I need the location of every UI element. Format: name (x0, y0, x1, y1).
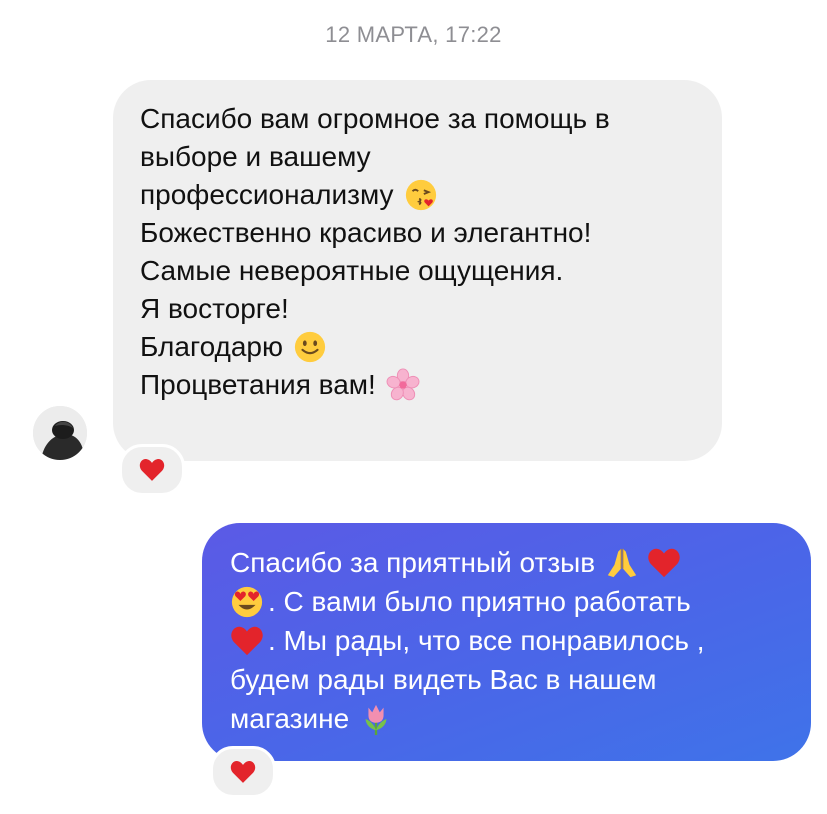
message-line: Спасибо за приятный отзыв (230, 543, 791, 582)
outgoing-message-bubble[interactable]: Спасибо за приятный отзыв . С вами было … (202, 523, 811, 761)
folded-hands-emoji-icon (608, 548, 637, 577)
incoming-message-bubble[interactable]: Спасибо вам огромное за помощь в выборе … (113, 80, 722, 461)
sender-avatar[interactable] (33, 406, 87, 460)
message-line: Я восторге! (140, 293, 289, 324)
message-line: Процветания вам! (140, 366, 696, 404)
red-heart-icon (230, 761, 256, 783)
red-heart-icon (139, 459, 165, 481)
heart-reaction-incoming[interactable] (119, 444, 185, 496)
red-heart-emoji-icon (231, 626, 263, 655)
heart-eyes-emoji-icon (231, 586, 263, 617)
message-line: Божественно красиво и элегантно! (140, 217, 592, 248)
tulip-emoji-icon (365, 704, 387, 735)
message-line: будем рады видеть Вас в нашем (230, 664, 657, 695)
message-line: Благодарю (140, 328, 696, 366)
message-line: магазине (230, 699, 791, 738)
kissing-face-emoji-icon (405, 179, 436, 211)
message-line: профессионализму (140, 176, 696, 214)
cherry-blossom-emoji-icon (386, 368, 420, 401)
slightly-smiling-face-emoji-icon (294, 331, 326, 363)
message-line: . С вами было приятно работать (230, 582, 791, 621)
message-line: . Мы рады, что все понравилось , (230, 621, 791, 660)
message-line: выборе и вашему (140, 141, 371, 172)
red-heart-emoji-icon (648, 548, 680, 577)
heart-reaction-outgoing[interactable] (210, 746, 276, 798)
avatar-photo-icon (33, 406, 87, 460)
message-line: Самые невероятные ощущения. (140, 255, 564, 286)
message-line: Спасибо вам огромное за помощь в (140, 103, 610, 134)
message-timestamp: 12 МАРТА, 17:22 (325, 22, 502, 47)
